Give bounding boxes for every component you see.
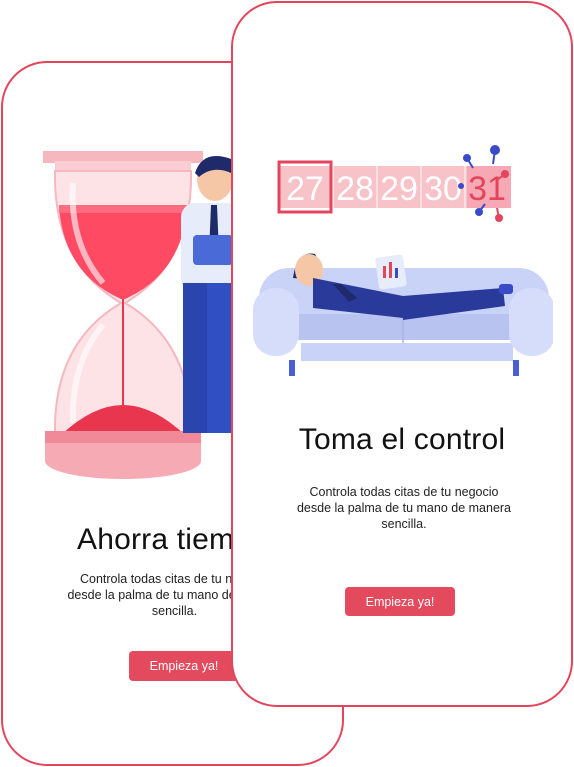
- onboarding-card-front: 27 28 29 30 31 Toma el control Controla …: [231, 1, 573, 707]
- card-description: Controla todas citas de tu negocio desde…: [233, 484, 571, 532]
- description-line: Controla todas citas de tu negocio: [309, 485, 499, 499]
- calendar-day: 27: [286, 170, 324, 208]
- calendar-day-highlight: 31: [468, 170, 506, 208]
- start-button[interactable]: Empieza ya!: [129, 651, 239, 681]
- calendar-strip: 27 28 29 30 31: [277, 145, 511, 222]
- calendar-day: 29: [380, 170, 418, 208]
- calendar-day: 30: [424, 170, 462, 208]
- card-title: Toma el control: [298, 423, 506, 456]
- description-line: sencilla.: [381, 517, 427, 531]
- sofa-calendar-illustration: 27 28 29 30 31: [253, 145, 553, 376]
- start-button[interactable]: Empieza ya!: [345, 587, 455, 616]
- calendar-day: 28: [336, 170, 374, 208]
- description-line: desde la palma de tu mano de manera: [296, 501, 512, 515]
